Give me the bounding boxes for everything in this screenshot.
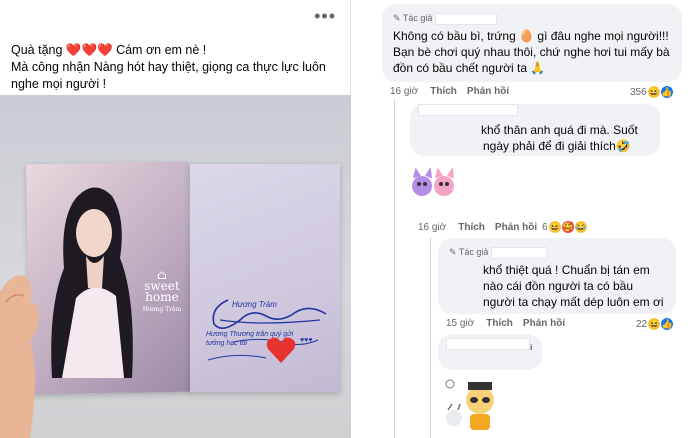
commenter-name[interactable] bbox=[446, 338, 530, 350]
reaction-summary[interactable]: 22 😆 👍 bbox=[636, 318, 674, 330]
comment-actions: 15 giờ Thích Phản hồi bbox=[446, 318, 575, 329]
pencil-icon: ✎ bbox=[449, 247, 457, 257]
album-artist: Hương Tràm bbox=[142, 306, 182, 313]
comment-bubble: i bbox=[438, 334, 542, 370]
comment-time[interactable]: 16 giờ bbox=[418, 222, 446, 233]
pencil-icon: ✎ bbox=[393, 13, 401, 23]
hearts-emoji: ❤️❤️❤️ bbox=[65, 43, 113, 57]
reaction-count: 22 bbox=[636, 318, 648, 330]
caption-text-2: Cám ơn em nè ! bbox=[112, 43, 207, 57]
album-portrait bbox=[51, 187, 133, 378]
like-reaction-icon: 👍 bbox=[661, 318, 674, 330]
comment-time[interactable]: 16 giờ bbox=[390, 86, 418, 97]
commenter-name[interactable] bbox=[418, 104, 518, 116]
comment-bubble: ✎ Tác giả khổ thiệt quá ! Chuẩn bị tán e… bbox=[438, 238, 676, 314]
love-reaction-icon: 🥰 bbox=[561, 221, 574, 233]
thread-line bbox=[394, 100, 395, 438]
reply-button[interactable]: Phản hồi bbox=[495, 222, 537, 233]
like-button[interactable]: Thích bbox=[430, 86, 457, 97]
like-button[interactable]: Thích bbox=[486, 318, 513, 329]
album-brand: ⌂ sweet home Hương Tràm bbox=[142, 269, 182, 313]
hand bbox=[0, 275, 39, 438]
caption-text-1: Quà tặng bbox=[11, 43, 66, 57]
reaction-count: 6 bbox=[542, 221, 548, 233]
author-tag: ✎ Tác giả bbox=[393, 10, 671, 26]
comment-time[interactable]: 15 giờ bbox=[446, 318, 474, 329]
commenter-name[interactable] bbox=[434, 12, 497, 25]
commenter-name[interactable] bbox=[490, 246, 547, 259]
handwriting-hearts: ♥♥♥ bbox=[300, 337, 313, 344]
more-options-icon[interactable]: ••• bbox=[314, 6, 336, 27]
comment-text: khổ thiệt quá ! Chuẩn bị tán em nào cái … bbox=[483, 263, 664, 309]
comment-bubble: khổ thân anh quá đi mà. Suốt ngày phải đ… bbox=[410, 104, 660, 156]
signature-text: Hương Tràm bbox=[232, 300, 277, 309]
author-tag-label: Tác giả bbox=[402, 13, 433, 23]
like-reaction-icon: 👍 bbox=[660, 86, 673, 98]
haha-reaction-icon: 😆 bbox=[548, 221, 561, 233]
comment-text: i bbox=[530, 343, 532, 352]
post: ••• Quà tặng ❤️❤️❤️ Cám ơn em nè ! Mà cô… bbox=[0, 0, 351, 438]
reply-button[interactable]: Phản hồi bbox=[523, 318, 565, 329]
reaction-summary[interactable]: 356 😆 👍 bbox=[630, 86, 673, 98]
comment-actions: 16 giờ Thích Phản hồi bbox=[418, 222, 547, 233]
post-caption: Quà tặng ❤️❤️❤️ Cám ơn em nè ! Mà công n… bbox=[11, 42, 343, 93]
haha-reaction-icon: 😆 bbox=[648, 318, 661, 330]
like-button[interactable]: Thích bbox=[458, 222, 485, 233]
thread-line bbox=[430, 238, 431, 438]
reaction-summary[interactable]: 6 😆 🥰 😂 bbox=[542, 221, 587, 233]
author-tag-label: Tác giả bbox=[458, 247, 489, 257]
red-heart-drawing bbox=[266, 337, 296, 363]
haha-reaction-icon: 😂 bbox=[574, 221, 587, 233]
sticker-cats bbox=[412, 168, 454, 196]
reply-button[interactable]: Phản hồi bbox=[467, 86, 509, 97]
sticker-bee bbox=[445, 379, 494, 430]
author-tag: ✎ Tác giả bbox=[449, 244, 665, 260]
comment-actions: 16 giờ Thích Phản hồi bbox=[390, 86, 519, 97]
comment-bubble: ✎ Tác giả Không có bầu bì, trứng 🥚 gì đâ… bbox=[382, 4, 682, 82]
haha-reaction-icon: 😆 bbox=[647, 86, 660, 98]
caption-text-3: Mà công nhận Nàng hót hay thiệt, giọng c… bbox=[11, 60, 326, 91]
comments-panel: ✎ Tác giả Không có bầu bì, trứng 🥚 gì đâ… bbox=[364, 0, 700, 438]
comment-text: khổ thân anh quá đi mà. Suốt ngày phải đ… bbox=[481, 123, 638, 153]
comment-text: Không có bầu bì, trứng 🥚 gì đâu nghe mọi… bbox=[393, 29, 670, 75]
reaction-count: 356 bbox=[630, 86, 647, 98]
album-brand-text: sweet home bbox=[144, 279, 180, 304]
